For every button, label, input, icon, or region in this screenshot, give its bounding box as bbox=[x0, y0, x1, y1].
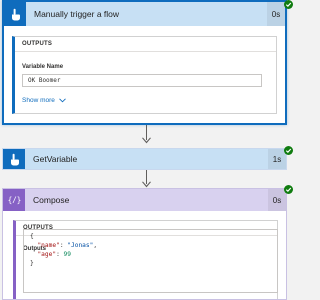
step-title: GetVariable bbox=[33, 154, 78, 164]
trigger-step-header[interactable]: Manually trigger a flow 0s bbox=[4, 2, 285, 26]
getvariable-step-header[interactable]: GetVariable 1s bbox=[3, 149, 286, 169]
success-check-icon bbox=[284, 146, 293, 155]
variable-name-value[interactable]: OK Boomer bbox=[22, 74, 262, 87]
step-duration: 0s bbox=[268, 189, 286, 211]
json-trail: , bbox=[93, 242, 98, 249]
arrow-down-icon bbox=[142, 181, 151, 188]
json-brace: { bbox=[30, 233, 34, 240]
hand-pointer-icon bbox=[4, 2, 26, 26]
code-braces-icon: {/} bbox=[3, 189, 25, 211]
json-key: "age" bbox=[37, 251, 57, 258]
compose-step-card[interactable]: {/} Compose 0s OUTPUTS Outputs { "name":… bbox=[2, 188, 287, 300]
trigger-step-card[interactable]: Manually trigger a flow 0s OUTPUTS Varia… bbox=[2, 0, 287, 125]
hand-pointer-icon bbox=[3, 149, 25, 169]
step-duration: 0s bbox=[267, 2, 285, 26]
compose-step-header[interactable]: {/} Compose 0s bbox=[3, 189, 286, 211]
json-value: 99 bbox=[63, 251, 71, 258]
show-more-label: Show more bbox=[22, 97, 55, 104]
outputs-label: OUTPUTS bbox=[22, 41, 53, 47]
getvariable-step-card[interactable]: GetVariable 1s bbox=[2, 148, 287, 170]
success-check-icon bbox=[284, 185, 293, 194]
outputs-header: OUTPUTS bbox=[15, 37, 276, 52]
outputs-json-value[interactable]: { "name": "Jonas", "age": 99 } bbox=[23, 229, 278, 293]
arrow-down-icon bbox=[142, 137, 151, 144]
svg-text:{/}: {/} bbox=[8, 196, 21, 205]
json-value: "Jonas" bbox=[67, 242, 94, 249]
outputs-panel: OUTPUTS Variable Name OK Boomer Show mor… bbox=[12, 36, 277, 114]
json-sep: : bbox=[56, 251, 64, 258]
json-key: "name" bbox=[37, 242, 60, 249]
step-title: Manually trigger a flow bbox=[34, 9, 120, 19]
step-title: Compose bbox=[33, 195, 70, 205]
show-more-link[interactable]: Show more bbox=[22, 97, 66, 104]
json-brace: } bbox=[30, 260, 34, 267]
success-check-icon bbox=[284, 0, 293, 9]
chevron-down-icon bbox=[59, 98, 66, 103]
field-label: Variable Name bbox=[22, 64, 64, 70]
